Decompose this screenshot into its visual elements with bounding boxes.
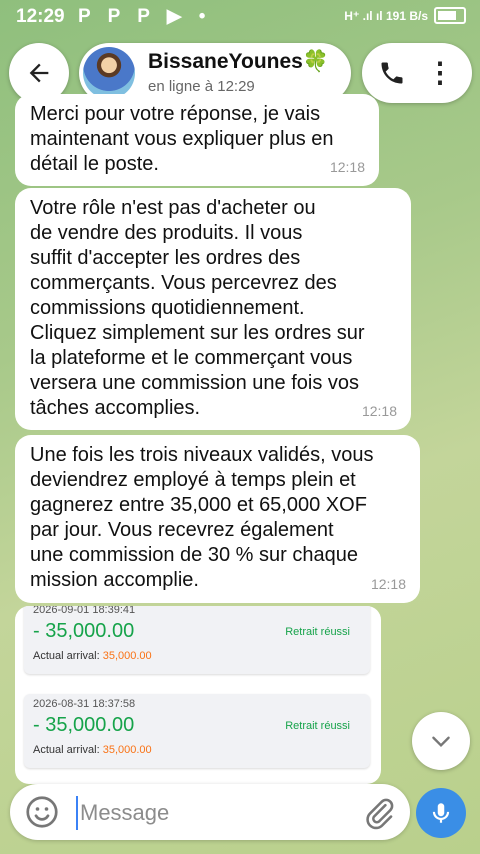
battery-icon xyxy=(434,7,466,24)
header-actions: ⋮ xyxy=(362,43,472,103)
message-time: 12:18 xyxy=(329,159,365,175)
smiley-icon[interactable] xyxy=(24,794,60,830)
record-arrival: Actual arrival: 35,000.00 xyxy=(33,744,152,756)
arrival-label: Actual arrival: xyxy=(33,744,100,756)
arrival-label: Actual arrival: xyxy=(33,650,100,662)
message-bubble[interactable]: Une fois les trois niveaux validés, vous… xyxy=(15,435,420,603)
arrow-left-icon xyxy=(29,63,49,83)
record-date: 2026-08-31 18:37:58 xyxy=(33,698,136,710)
message-time: 12:18 xyxy=(370,576,406,592)
message-text: Merci pour votre réponse, je vais mainte… xyxy=(30,103,334,175)
message-composer xyxy=(10,784,410,840)
withdrawal-record: 2026-08-31 18:37:58 - 35,000.00 Retrait … xyxy=(24,694,370,768)
record-amount: - 35,000.00 xyxy=(33,714,135,736)
avatar[interactable] xyxy=(83,47,135,99)
online-status: en ligne à 12:29 xyxy=(148,78,255,95)
status-bar: 12:29 P P P ▶ • H⁺ .ıl ıl 191 B/s xyxy=(0,0,480,34)
paperclip-icon[interactable] xyxy=(362,796,396,830)
scroll-down-button[interactable] xyxy=(412,712,470,770)
microphone-icon xyxy=(432,803,450,823)
record-status: Retrait réussi xyxy=(285,720,350,732)
more-vertical-icon[interactable]: ⋮ xyxy=(426,57,454,89)
message-text: Votre rôle n'est pas d'acheter ou de ven… xyxy=(30,197,365,419)
contact-name: BissaneYounes🍀 xyxy=(148,50,329,74)
chevron-down-icon xyxy=(432,736,450,748)
contact-name-text: BissaneYounes xyxy=(148,50,303,73)
voice-record-button[interactable] xyxy=(416,788,466,838)
screenshot-image[interactable]: 2026-09-01 18:39:41 - 35,000.00 Retrait … xyxy=(15,606,381,784)
clover-emoji: 🍀 xyxy=(302,50,329,73)
record-amount: - 35,000.00 xyxy=(33,620,135,642)
clock: 12:29 xyxy=(16,6,65,27)
phone-icon[interactable] xyxy=(376,57,408,89)
signal-indicator: H⁺ .ıl ıl 191 B/s xyxy=(344,8,428,23)
arrival-value: 35,000.00 xyxy=(102,744,152,756)
record-arrival: Actual arrival: 35,000.00 xyxy=(33,650,152,662)
notification-icons: P P P ▶ • xyxy=(78,6,212,27)
record-date: 2026-09-01 18:39:41 xyxy=(33,606,136,616)
arrival-value: 35,000.00 xyxy=(102,650,152,662)
message-text: Une fois les trois niveaux validés, vous… xyxy=(30,444,374,591)
message-input[interactable] xyxy=(76,796,352,830)
message-bubble[interactable]: Merci pour votre réponse, je vais mainte… xyxy=(15,94,379,186)
message-bubble[interactable]: Votre rôle n'est pas d'acheter ou de ven… xyxy=(15,188,411,430)
withdrawal-record: 2026-09-01 18:39:41 - 35,000.00 Retrait … xyxy=(24,606,370,674)
record-status: Retrait réussi xyxy=(285,626,350,638)
message-time: 12:18 xyxy=(361,403,397,419)
system-indicators: H⁺ .ıl ıl 191 B/s xyxy=(344,7,466,24)
